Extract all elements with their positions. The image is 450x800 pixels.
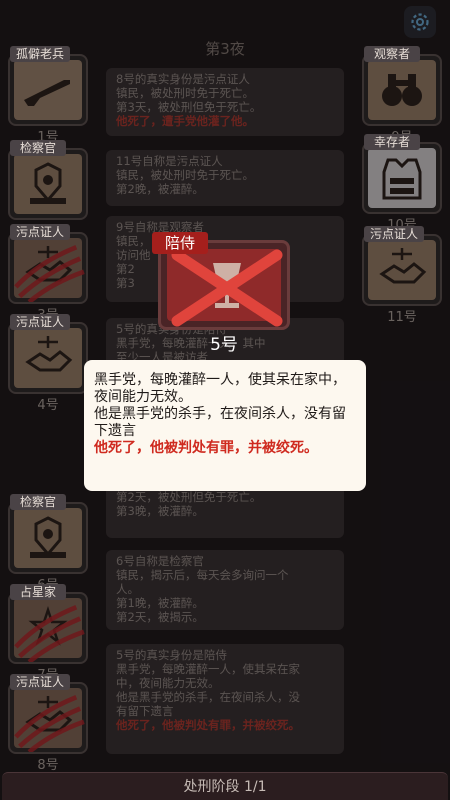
role-tag: 占星家 bbox=[10, 584, 66, 600]
role-description: 黑手党，每晚灌醉一人，使其呆在家中，夜间能力无效。 bbox=[94, 372, 346, 405]
role-tag: 观察者 bbox=[364, 46, 420, 62]
role-tag: 检察官 bbox=[10, 140, 66, 156]
reveal-player-number: 5号 bbox=[210, 335, 238, 355]
role-reveal-dialog[interactable]: 黑手党，每晚灌醉一人，使其呆在家中，夜间能力无效。 他是黑手党的杀手，在夜间杀人… bbox=[84, 360, 366, 491]
phase-indicator: 处刑阶段 1/1 bbox=[2, 772, 448, 800]
death-result: 他死了，他被判处有罪，并被绞死。 bbox=[94, 440, 318, 456]
kill-info: 他是黑手党的杀手，在夜间杀人，没有留下遗言 bbox=[94, 406, 346, 439]
role-tag: 污点证人 bbox=[10, 314, 71, 330]
role-tag: 污点证人 bbox=[10, 224, 71, 240]
role-tag: 检察官 bbox=[10, 494, 66, 510]
role-tag: 污点证人 bbox=[10, 674, 71, 690]
game-screen: 第3夜 8号的真实身份是污点证人 镇民，被处刑时免于死亡。 第3天，被处刑但免于… bbox=[0, 0, 450, 800]
role-tag: 污点证人 bbox=[364, 226, 425, 242]
role-tag: 幸存者 bbox=[364, 134, 420, 150]
cross-mark-icon bbox=[171, 249, 283, 327]
role-tag: 孤僻老兵 bbox=[10, 46, 71, 62]
reveal-role-badge: 陪侍 bbox=[152, 232, 208, 254]
